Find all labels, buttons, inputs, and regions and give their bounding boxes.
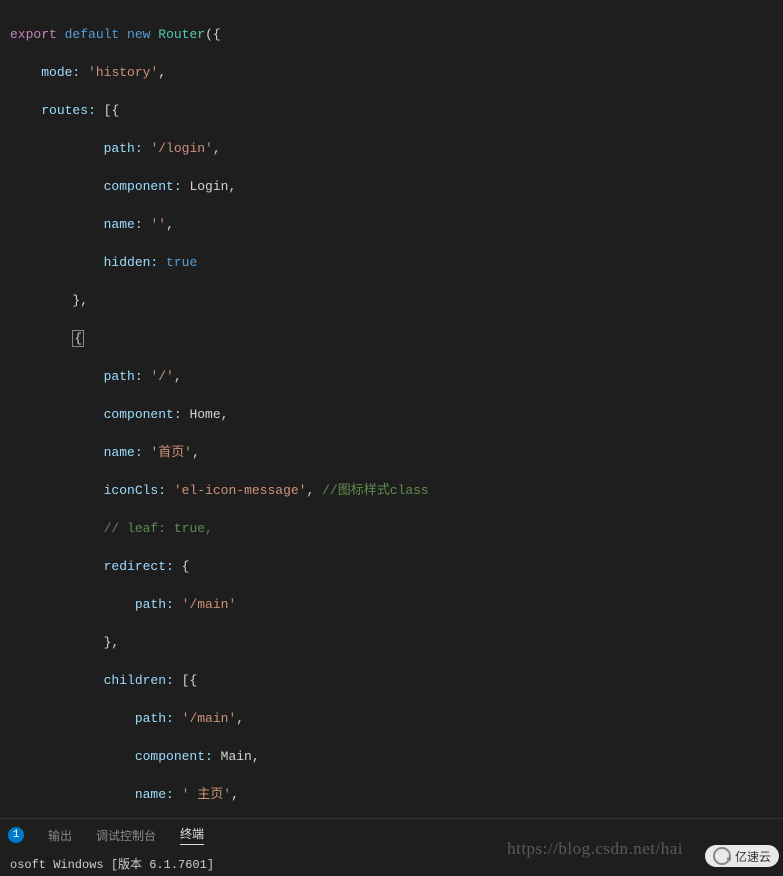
code-line: mode: 'history', <box>10 63 783 82</box>
yisu-badge: 亿速云 <box>705 845 779 867</box>
yisu-label: 亿速云 <box>735 848 771 865</box>
code-editor[interactable]: export default new Router({ mode: 'histo… <box>0 0 783 818</box>
code-line: component: Home, <box>10 405 783 424</box>
code-line: children: [{ <box>10 671 783 690</box>
code-line: }, <box>10 633 783 652</box>
badge-count: 1 <box>8 827 24 843</box>
code-line: name: ' 主页', <box>10 785 783 804</box>
code-line: name: '首页', <box>10 443 783 462</box>
code-line: routes: [{ <box>10 101 783 120</box>
tab-terminal[interactable]: 终端 <box>180 825 204 845</box>
tab-output[interactable]: 输出 <box>48 827 72 844</box>
code-line: // leaf: true, <box>10 519 783 538</box>
code-line: path: '/main', <box>10 709 783 728</box>
code-line: component: Login, <box>10 177 783 196</box>
terminal-output[interactable]: osoft Windows [版本 6.1.7601] <box>0 851 783 876</box>
code-line: redirect: { <box>10 557 783 576</box>
panel-tabs: 1 输出 调试控制台 终端 <box>0 819 783 851</box>
code-line: component: Main, <box>10 747 783 766</box>
code-line: path: '/', <box>10 367 783 386</box>
tab-debug[interactable]: 调试控制台 <box>96 827 156 844</box>
code-line: { <box>10 329 783 348</box>
code-line: name: '', <box>10 215 783 234</box>
problems-badge[interactable]: 1 <box>8 827 24 843</box>
code-line: hidden: true <box>10 253 783 272</box>
code-line: path: '/main' <box>10 595 783 614</box>
yisu-logo-icon <box>713 847 731 865</box>
code-line: path: '/login', <box>10 139 783 158</box>
code-line: }, <box>10 291 783 310</box>
code-line: export default new Router({ <box>10 25 783 44</box>
code-line: iconCls: 'el-icon-message', //图标样式class <box>10 481 783 500</box>
bottom-panel: 1 输出 调试控制台 终端 osoft Windows [版本 6.1.7601… <box>0 818 783 873</box>
